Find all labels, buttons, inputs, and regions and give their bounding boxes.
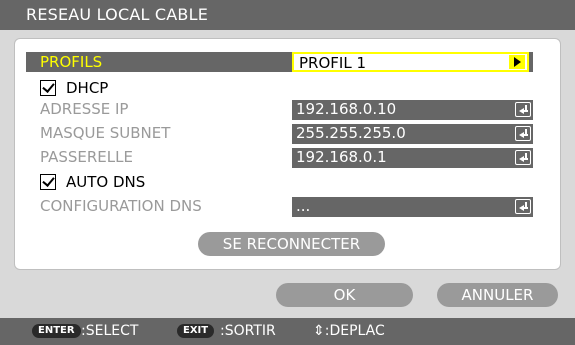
- subnet-mask-label: MASQUE SUBNET: [40, 124, 171, 142]
- enter-return-icon[interactable]: [515, 199, 531, 214]
- auto-dns-checkbox-icon[interactable]: [40, 174, 56, 190]
- window-title: RESEAU LOCAL CABLE: [26, 5, 209, 24]
- subnet-mask-value: 255.255.255.0: [296, 124, 406, 142]
- settings-window: RESEAU LOCAL CABLE PROFILS PROFIL 1 DHCP…: [0, 0, 575, 345]
- title-bar: RESEAU LOCAL CABLE: [0, 0, 575, 30]
- profile-label: PROFILS: [40, 53, 103, 71]
- dhcp-checkbox-row[interactable]: DHCP: [40, 79, 240, 99]
- exit-hint: :SORTIR: [220, 323, 276, 339]
- select-hint: :SELECT: [81, 323, 139, 339]
- arrow-right-icon[interactable]: [509, 55, 525, 69]
- footer-bar: ENTER :SELECT EXIT :SORTIR ⇕:DEPLAC: [0, 318, 575, 345]
- ip-address-label: ADRESSE IP: [40, 100, 129, 118]
- reconnect-button[interactable]: SE RECONNECTER: [198, 232, 385, 256]
- dhcp-checkbox-icon[interactable]: [40, 80, 56, 96]
- enter-return-icon[interactable]: [515, 102, 531, 117]
- gateway-field[interactable]: 192.168.0.1: [292, 148, 533, 168]
- dns-config-value: ...: [296, 197, 311, 215]
- move-hint: ⇕:DEPLAC: [313, 323, 385, 339]
- auto-dns-label: AUTO DNS: [66, 173, 146, 191]
- gateway-label: PASSERELLE: [40, 148, 133, 166]
- dns-config-label: CONFIGURATION DNS: [40, 197, 202, 215]
- ip-address-value: 192.168.0.10: [296, 100, 397, 118]
- auto-dns-checkbox-row[interactable]: AUTO DNS: [40, 173, 240, 193]
- subnet-mask-field[interactable]: 255.255.255.0: [292, 124, 533, 144]
- profile-value: PROFIL 1: [299, 54, 366, 72]
- cancel-button[interactable]: ANNULER: [437, 283, 558, 307]
- exit-key-badge: EXIT: [177, 324, 215, 338]
- ip-address-field[interactable]: 192.168.0.10: [292, 100, 533, 120]
- enter-return-icon[interactable]: [515, 126, 531, 141]
- ok-button[interactable]: OK: [276, 283, 413, 307]
- enter-key-badge: ENTER: [32, 324, 81, 338]
- gateway-value: 192.168.0.1: [296, 148, 387, 166]
- profile-select[interactable]: PROFIL 1: [292, 52, 529, 72]
- enter-return-icon[interactable]: [515, 150, 531, 165]
- dhcp-label: DHCP: [66, 79, 109, 97]
- dns-config-field[interactable]: ...: [292, 197, 533, 217]
